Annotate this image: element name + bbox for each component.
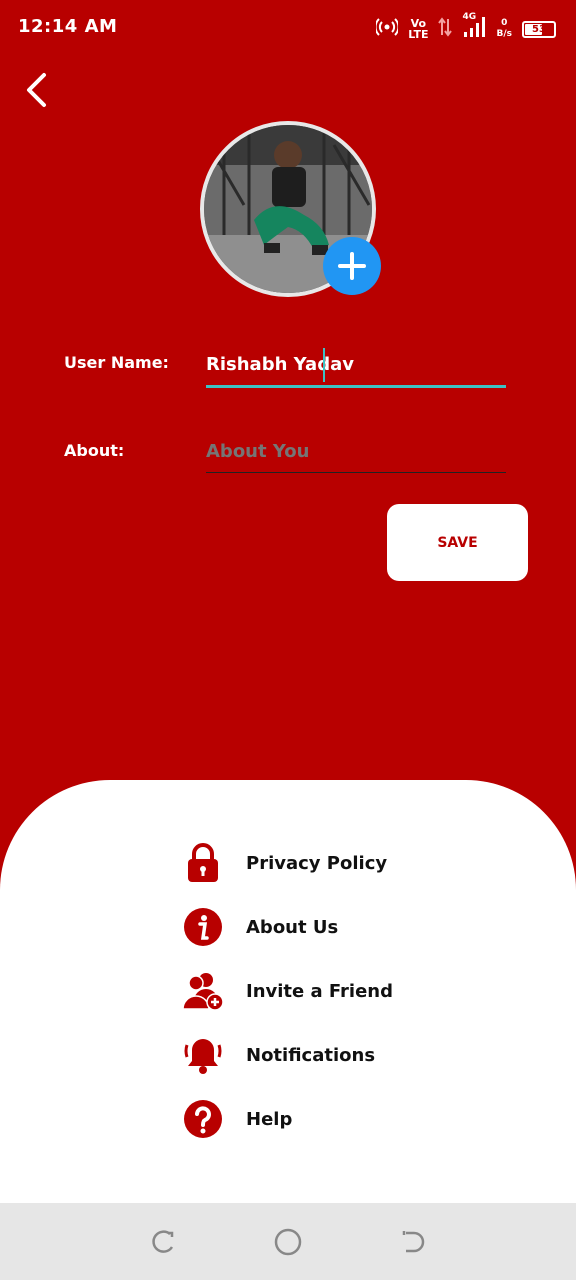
status-time: 12:14 AM bbox=[18, 16, 118, 37]
about-label: About: bbox=[64, 441, 125, 460]
speed-value: 0 bbox=[501, 18, 508, 28]
volte-indicator: Vo LTE bbox=[408, 18, 428, 40]
recents-icon bbox=[151, 1229, 173, 1253]
status-icons: Vo LTE 4G 0 B/s 53 bbox=[374, 12, 556, 44]
back-button[interactable] bbox=[16, 70, 56, 110]
menu-label: Privacy Policy bbox=[246, 852, 388, 874]
speed-indicator: 0 B/s bbox=[496, 18, 512, 40]
battery-icon: 53 bbox=[522, 20, 556, 38]
text-cursor bbox=[323, 348, 325, 382]
add-user-icon bbox=[180, 968, 226, 1014]
battery-level: 53 bbox=[532, 23, 546, 35]
speed-unit: B/s bbox=[496, 29, 512, 39]
lock-icon bbox=[180, 840, 226, 886]
username-underline bbox=[206, 385, 506, 388]
chevron-left-icon bbox=[27, 73, 46, 107]
network-type: 4G bbox=[462, 12, 477, 22]
about-underline bbox=[206, 472, 506, 473]
signal-indicator: 4G bbox=[462, 12, 486, 42]
menu-item-privacy-policy[interactable]: Privacy Policy bbox=[180, 839, 480, 887]
save-button[interactable]: SAVE bbox=[387, 504, 528, 581]
menu-item-invite-friend[interactable]: Invite a Friend bbox=[180, 967, 480, 1015]
recents-button[interactable] bbox=[143, 1222, 183, 1262]
bell-icon bbox=[180, 1032, 226, 1078]
avatar-container bbox=[200, 121, 381, 297]
system-nav-bar bbox=[0, 1203, 576, 1280]
home-button[interactable] bbox=[268, 1222, 308, 1262]
menu-item-notifications[interactable]: Notifications bbox=[180, 1031, 480, 1079]
username-label: User Name: bbox=[64, 353, 169, 372]
menu-label: Help bbox=[246, 1108, 293, 1130]
menu-item-help[interactable]: Help bbox=[180, 1095, 480, 1143]
back-nav-icon bbox=[403, 1230, 425, 1252]
question-icon bbox=[180, 1096, 226, 1142]
status-bar: 12:14 AM Vo LTE 4G 0 B/s 53 bbox=[0, 0, 576, 58]
add-photo-button[interactable] bbox=[323, 237, 381, 295]
home-circle-icon bbox=[274, 1228, 302, 1255]
menu-label: Invite a Friend bbox=[246, 980, 394, 1002]
username-input[interactable] bbox=[206, 341, 506, 387]
volte-bottom: LTE bbox=[408, 28, 429, 41]
menu-label: Notifications bbox=[246, 1044, 376, 1066]
plus-icon bbox=[338, 252, 366, 280]
about-input[interactable] bbox=[206, 428, 506, 474]
hotspot-icon bbox=[374, 18, 400, 40]
menu-item-about-us[interactable]: About Us bbox=[180, 903, 480, 951]
menu-label: About Us bbox=[246, 916, 339, 938]
back-nav-button[interactable] bbox=[393, 1222, 433, 1262]
data-arrows-icon bbox=[438, 17, 453, 41]
info-icon bbox=[180, 904, 226, 950]
